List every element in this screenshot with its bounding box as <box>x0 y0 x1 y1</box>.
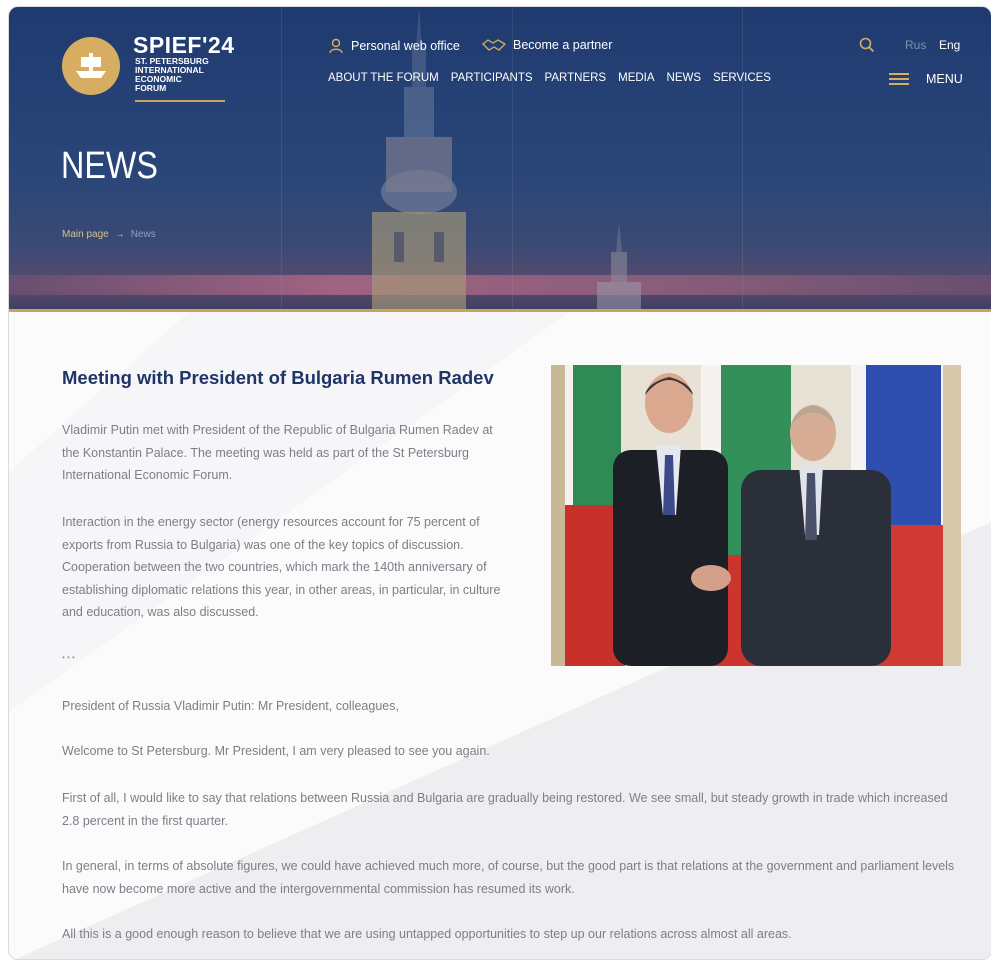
breadcrumb-home[interactable]: Main page <box>62 229 109 240</box>
grid-line <box>742 7 743 312</box>
nav-partners[interactable]: PARTNERS <box>545 72 607 84</box>
ship-icon <box>76 53 106 78</box>
article-paragraph: Welcome to St Petersburg. Mr President, … <box>62 744 490 758</box>
breadcrumb-current: News <box>130 229 156 240</box>
person-icon <box>329 38 343 54</box>
logo-title[interactable]: SPIEF'24 <box>133 32 235 59</box>
nav-news[interactable]: NEWS <box>667 72 702 84</box>
lang-rus[interactable]: Rus <box>905 38 926 52</box>
grid-line <box>281 7 282 312</box>
article-title: Meeting with President of Bulgaria Rumen… <box>62 367 494 388</box>
sunset-glow <box>9 275 991 295</box>
article-paragraph: Interaction in the energy sector (energy… <box>62 515 501 619</box>
logo-sub-line: FORUM <box>135 83 167 93</box>
breadcrumb: Main page → News <box>62 229 156 240</box>
article-photo <box>551 365 961 666</box>
section-separator: • • • <box>62 653 75 662</box>
breadcrumb-separator: → <box>114 229 125 240</box>
handshake-icon <box>482 39 506 51</box>
article-paragraph: In general, in terms of absolute figures… <box>62 859 955 896</box>
logo-underline <box>135 100 225 102</box>
grid-line <box>512 7 513 312</box>
hero-header: SPIEF'24 ST. PETERSBURG INTERNATIONAL EC… <box>9 7 991 312</box>
logo-subtitle: ST. PETERSBURG INTERNATIONAL ECONOMIC FO… <box>135 57 245 93</box>
page-card: SPIEF'24 ST. PETERSBURG INTERNATIONAL EC… <box>8 6 991 960</box>
main-nav: ABOUT THE FORUM PARTICIPANTS PARTNERS ME… <box>328 72 771 84</box>
nav-about[interactable]: ABOUT THE FORUM <box>328 72 439 84</box>
nav-services[interactable]: SERVICES <box>713 72 771 84</box>
search-icon[interactable] <box>859 37 875 53</box>
article-paragraph: Vladimir Putin met with President of the… <box>62 423 493 482</box>
lang-eng[interactable]: Eng <box>939 38 960 52</box>
nav-media[interactable]: MEDIA <box>618 72 654 84</box>
logo-emblem[interactable] <box>62 37 120 95</box>
article-paragraph: All this is a good enough reason to beli… <box>62 927 792 941</box>
leaders-handshake-image <box>551 365 961 666</box>
page-title: NEWS <box>61 145 158 187</box>
small-tower-image <box>597 222 641 312</box>
become-partner-link[interactable]: Become a partner <box>482 38 612 52</box>
personal-office-link[interactable]: Personal web office <box>328 38 460 54</box>
become-partner-label: Become a partner <box>513 38 613 52</box>
menu-button[interactable]: MENU <box>926 72 963 86</box>
article-paragraph: President of Russia Vladimir Putin: Mr P… <box>62 699 399 713</box>
personal-office-label: Personal web office <box>351 39 460 53</box>
nav-participants[interactable]: PARTICIPANTS <box>451 72 533 84</box>
hamburger-icon[interactable] <box>889 72 909 86</box>
article-paragraph: First of all, I would like to say that r… <box>62 791 948 828</box>
